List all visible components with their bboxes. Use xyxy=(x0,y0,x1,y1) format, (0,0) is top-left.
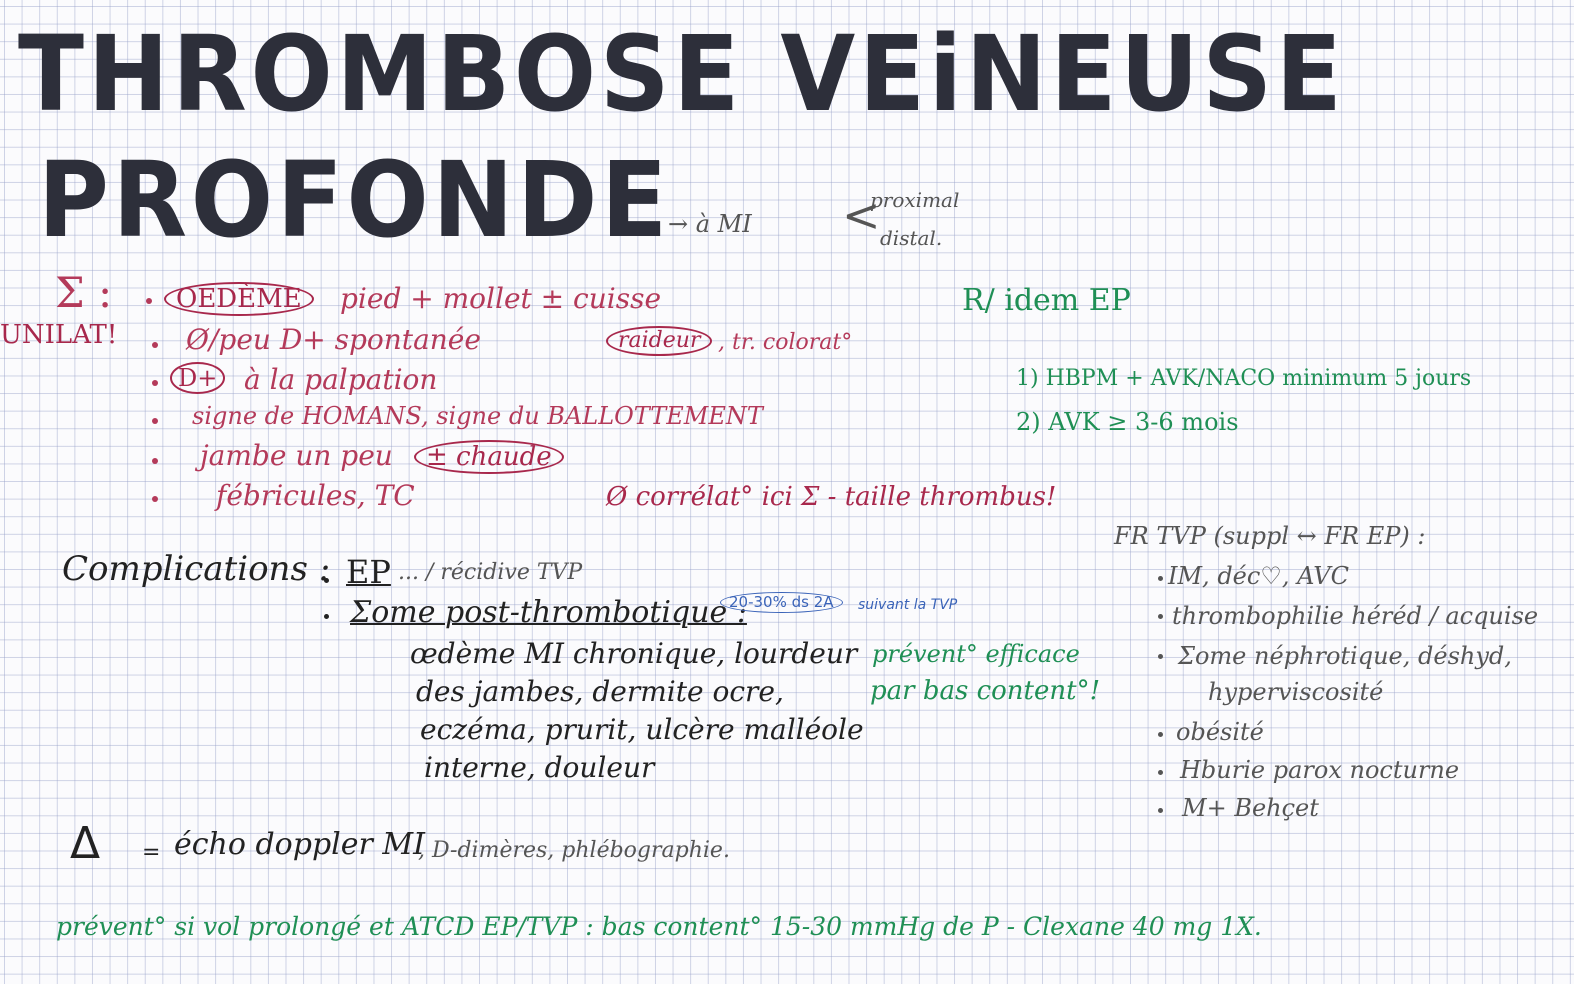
bullet xyxy=(152,380,158,386)
bullet xyxy=(324,614,329,619)
symptom-item2: Ø/peu D+ spontanée xyxy=(186,323,481,356)
prevention-line1: prévent° efficace xyxy=(872,640,1080,668)
complication-ep-note: ... / récidive TVP xyxy=(398,560,583,585)
dplus-circled: D+ xyxy=(170,362,226,394)
correlation-note: Ø corrélat° ici Σ - taille thrombus! xyxy=(606,482,1057,512)
complication-ep: EP xyxy=(346,553,391,591)
oedeme-rest: pied + mollet ± cuisse xyxy=(340,282,662,315)
risk-factor-item: obésité xyxy=(1176,718,1264,746)
complication-sepost: Σome post-thrombotique : xyxy=(350,595,747,630)
bullet xyxy=(1158,732,1163,737)
sepost-body-2: des jambes, dermite ocre, xyxy=(416,675,784,708)
symptom-item3: à la palpation xyxy=(244,363,438,396)
oedeme-circled: OEDÈME xyxy=(164,282,314,316)
page-title-line2: PROFONDE xyxy=(38,139,671,261)
page-title-line1: THROMBOSE VEiNEUSE xyxy=(18,13,1346,135)
sepost-percent-note2: suivant la TVP xyxy=(858,597,958,613)
risk-factor-item: Σome néphrotique, déshyd, xyxy=(1178,642,1512,670)
bullet xyxy=(1158,614,1163,619)
bullet xyxy=(1158,654,1163,659)
treatment-item1: 1) HBPM + AVK/NACO minimum 5 jours xyxy=(1016,366,1472,391)
symptom-item4: signe de HOMANS, signe du BALLOTTEMENT xyxy=(192,402,763,430)
unilat-label: UNILAT! xyxy=(0,320,118,350)
diagnosis-main: écho doppler MI xyxy=(174,827,425,862)
bullet xyxy=(152,418,158,424)
localisation-arrow: → à MI xyxy=(668,210,752,238)
diagnosis-rest: , D-dimères, phlébographie. xyxy=(418,838,730,863)
sepost-percent-note: 20-30% ds 2A xyxy=(720,592,843,613)
bullet xyxy=(324,578,329,583)
risk-factor-item: IM, déc♡, AVC xyxy=(1168,562,1349,590)
sepost-body-3: eczéma, prurit, ulcère malléole xyxy=(420,713,864,746)
prevention-footer: prévent° si vol prolongé et ATCD EP/TVP … xyxy=(56,912,1262,941)
symptom-item6: fébricules, TC xyxy=(216,479,415,512)
bullet xyxy=(152,458,158,464)
symptoms-sigma: Σ : xyxy=(55,268,113,317)
bullet xyxy=(1158,808,1163,813)
raideur-circled: raideur xyxy=(606,326,713,356)
localisation-proximal: proximal xyxy=(870,188,960,212)
sepost-body-1: œdème MI chronique, lourdeur xyxy=(410,637,858,670)
prevention-line2: par bas content°! xyxy=(870,676,1101,706)
risk-factor-item: Hburie parox nocturne xyxy=(1180,756,1460,784)
chaude-circled: ± chaude xyxy=(414,440,564,474)
risk-factor-item: thrombophilie héréd / acquise xyxy=(1172,602,1539,630)
diagnosis-equals: = xyxy=(142,840,161,865)
diagnosis-delta-icon: Δ xyxy=(70,818,101,869)
bullet xyxy=(146,298,152,304)
bullet xyxy=(152,496,158,502)
treatment-item2: 2) AVK ≥ 3-6 mois xyxy=(1016,408,1239,436)
risk-factor-item: hyperviscosité xyxy=(1208,678,1384,706)
bullet xyxy=(152,342,158,348)
bullet xyxy=(1158,770,1163,775)
treatment-heading: R/ idem EP xyxy=(962,283,1131,318)
symptom-item5: jambe un peu xyxy=(200,439,393,472)
bullet xyxy=(1158,576,1163,581)
sepost-body-4: interne, douleur xyxy=(424,751,655,784)
risk-factor-item: M+ Behçet xyxy=(1182,794,1319,822)
risk-factors-heading: FR TVP (suppl ↔ FR EP) : xyxy=(1114,522,1426,550)
complications-label: Complications : xyxy=(62,549,331,589)
symptom-item2-end: , tr. colorat° xyxy=(718,330,853,355)
localisation-distal: distal. xyxy=(880,226,943,250)
